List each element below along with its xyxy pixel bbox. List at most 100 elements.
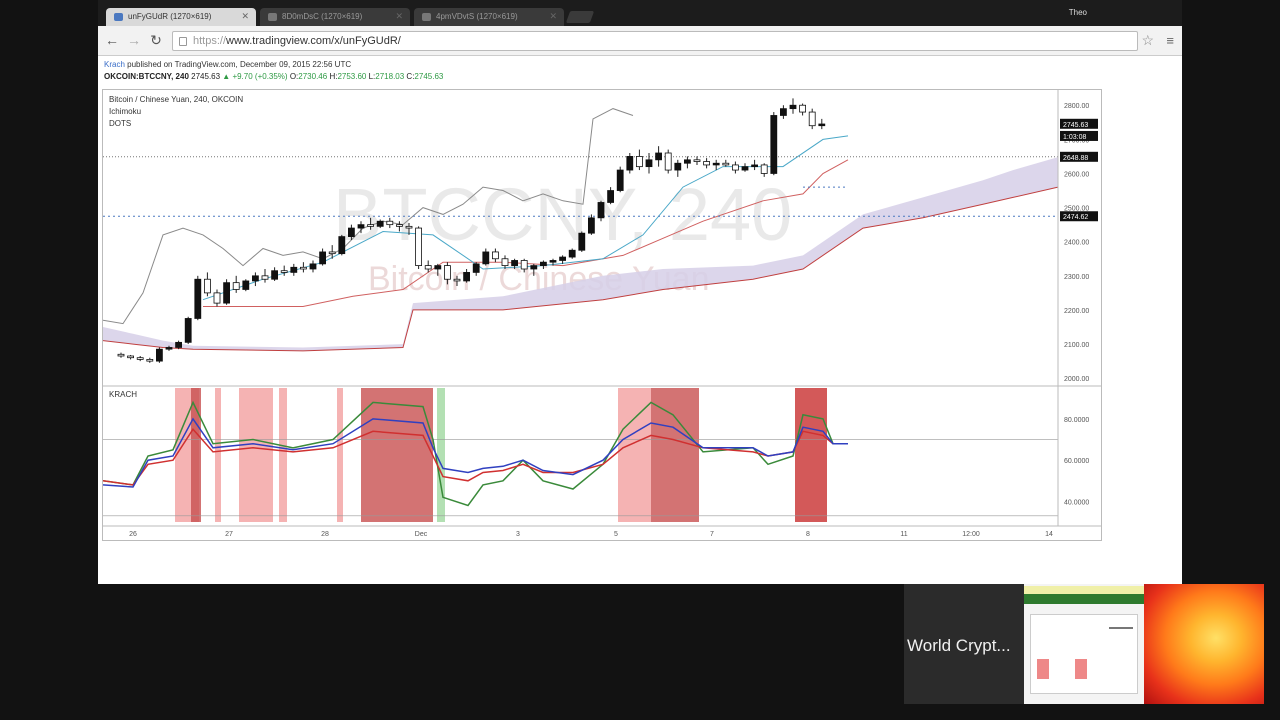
page-content: Krach published on TradingView.com, Dece…	[98, 57, 1182, 584]
indicator-dots[interactable]: DOTS	[109, 119, 131, 128]
time-tick-label: 3	[516, 531, 520, 538]
candle-down	[443, 265, 451, 280]
tab-active[interactable]: unFyGUdR (1270×619) ✕	[106, 8, 256, 26]
candle-up	[194, 278, 202, 319]
thumb-line	[1109, 627, 1133, 639]
video-panel: World Crypt...	[904, 584, 1024, 704]
candle-down	[232, 282, 240, 290]
low-value: 2718.03	[375, 72, 405, 81]
candle-up	[223, 282, 230, 304]
candle-up	[511, 260, 519, 266]
candle-up	[751, 164, 758, 168]
thumb-band	[1075, 659, 1087, 679]
symbol-label: OKCOIN:BTCCNY, 240	[104, 72, 189, 81]
tab-close-icon[interactable]: ✕	[395, 11, 403, 22]
candle-up	[482, 251, 490, 265]
candle-down	[732, 164, 739, 171]
page-favicon-icon	[268, 13, 277, 21]
thumb-band	[1037, 659, 1049, 679]
candle-down	[664, 152, 672, 171]
indicator-krach[interactable]: KRACH	[109, 390, 137, 399]
candle-up	[175, 341, 182, 348]
candle-down	[636, 156, 643, 168]
candle-down	[760, 164, 768, 174]
open-label: O:	[289, 72, 299, 81]
candle-up	[338, 236, 346, 255]
krach-band	[239, 388, 273, 522]
published-text: published on TradingView.com, December 0…	[124, 60, 352, 69]
candle-down	[261, 275, 269, 280]
price-badge-label: 2648.88	[1063, 155, 1088, 162]
tab-3[interactable]: 4pmVDvtS (1270×619) ✕	[414, 8, 564, 26]
forward-arrow-icon[interactable]: →	[126, 32, 142, 48]
time-tick-label: 12:00	[962, 531, 980, 538]
page-info-icon[interactable]	[179, 37, 187, 46]
candle-down	[386, 220, 394, 226]
krach-green-line	[103, 400, 848, 507]
profile-name[interactable]: Theo	[1069, 8, 1087, 17]
candle-down	[280, 270, 288, 273]
chart-panel[interactable]: BTCCNY, 240 Bitcoin / Chinese Yuan 2800.…	[102, 89, 1102, 541]
candle-up	[578, 232, 586, 251]
author-link[interactable]: Krach	[104, 60, 125, 69]
candle-down	[415, 227, 423, 266]
candle-down	[520, 260, 528, 270]
candle-up	[539, 261, 547, 266]
tab-label: 8D0mDsC (1270×619)	[282, 12, 363, 21]
lower-tick-label: 60.0000	[1064, 458, 1089, 465]
tab-strip: unFyGUdR (1270×619) ✕ 8D0mDsC (1270×619)…	[98, 0, 1182, 26]
browser-menu-icon[interactable]: ≡	[1166, 33, 1174, 48]
price-badge-label: 2745.63	[1063, 122, 1088, 129]
published-line: Krach published on TradingView.com, Dece…	[104, 60, 351, 69]
url-scheme: https://	[193, 35, 227, 47]
back-arrow-icon[interactable]: ←	[104, 32, 120, 48]
krach-red-line	[103, 427, 848, 486]
url-text: www.tradingview.com/x/unFyGUdR/	[226, 35, 401, 47]
candle-up	[184, 318, 192, 343]
time-tick-label: 8	[806, 531, 810, 538]
candle-up	[463, 272, 471, 282]
candle-down	[703, 161, 710, 166]
browser-toolbar: ← → ↻ https://www.tradingview.com/x/unFy…	[98, 26, 1182, 56]
ohlc-line: OKCOIN:BTCCNY, 240 2745.63 ▲ +9.70 (+0.3…	[104, 72, 443, 81]
price-tick-label: 2200.00	[1064, 308, 1089, 315]
candle-down	[405, 225, 413, 229]
time-tick-label: 5	[614, 531, 618, 538]
tab-2[interactable]: 8D0mDsC (1270×619) ✕	[260, 8, 410, 26]
candle-up	[607, 190, 615, 203]
screen-thumbnail	[1024, 584, 1144, 704]
candle-up	[309, 263, 317, 270]
open-value: 2730.46	[298, 72, 328, 81]
price-tick-label: 2300.00	[1064, 274, 1089, 281]
candle-up	[568, 249, 576, 258]
tab-close-icon[interactable]: ✕	[549, 11, 557, 22]
time-tick-label: 7	[710, 531, 714, 538]
tab-label: 4pmVDvtS (1270×619)	[436, 12, 518, 21]
tab-close-icon[interactable]: ✕	[241, 11, 249, 22]
krach-band	[437, 388, 445, 522]
candle-down	[453, 278, 461, 282]
candle-up	[626, 156, 634, 171]
video-title: World Crypt...	[907, 636, 1011, 655]
address-bar[interactable]: https://www.tradingview.com/x/unFyGUdR/	[172, 31, 1138, 51]
price-tick-label: 2000.00	[1064, 376, 1089, 383]
candle-up	[587, 217, 595, 234]
time-tick-label: 26	[129, 531, 137, 538]
reload-icon[interactable]: ↻	[148, 32, 164, 48]
indicator-ichimoku[interactable]: Ichimoku	[109, 107, 141, 116]
price-tick-label: 2400.00	[1064, 240, 1089, 247]
candle-up	[156, 348, 163, 362]
candle-up	[347, 227, 355, 237]
thumb-header	[1024, 586, 1144, 594]
bookmark-star-icon[interactable]: ☆	[1141, 32, 1154, 49]
chart-canvas[interactable]: BTCCNY, 240 Bitcoin / Chinese Yuan 2800.…	[103, 90, 1101, 540]
candle-up	[684, 159, 691, 164]
candle-down	[722, 162, 730, 166]
price-tick-label: 2800.00	[1064, 103, 1089, 110]
candle-up	[645, 159, 653, 168]
candle-up	[770, 115, 778, 174]
candle-up	[655, 152, 662, 161]
candle-up	[271, 270, 279, 280]
new-tab-button[interactable]	[565, 11, 595, 23]
price-change: ▲ +9.70 (+0.35%)	[222, 72, 288, 81]
